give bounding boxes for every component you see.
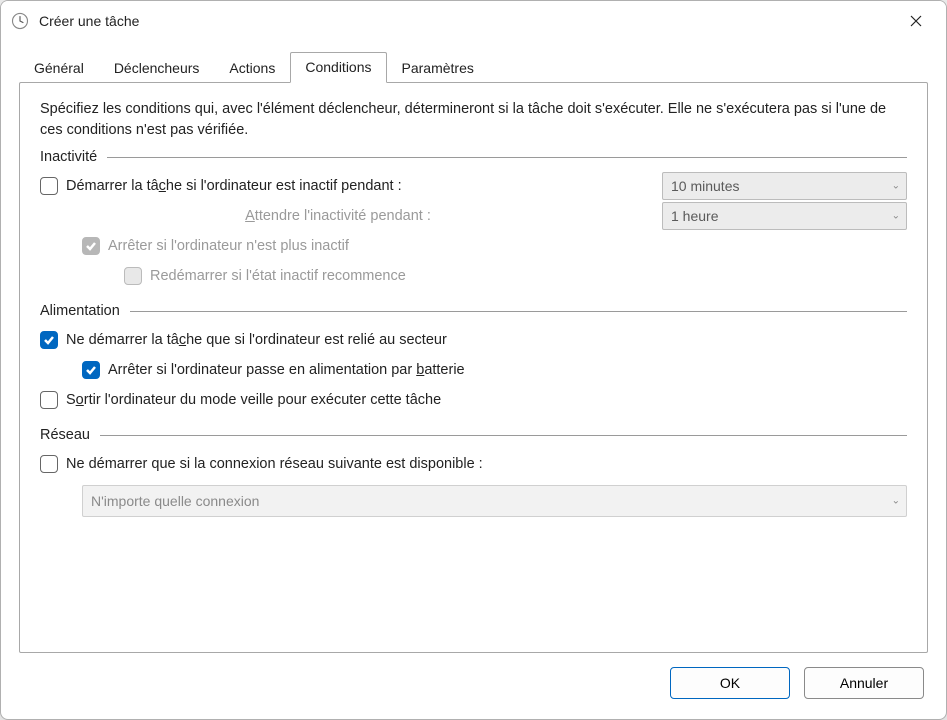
section-network-title: Réseau (40, 427, 100, 443)
combo-wait-duration[interactable]: 1 heure ⌄ (662, 202, 907, 230)
section-idle-title: Inactivité (40, 149, 107, 165)
section-idle: Inactivité Démarrer la tâche si l'ordina… (40, 145, 907, 291)
cancel-button[interactable]: Annuler (804, 667, 924, 699)
divider (100, 435, 907, 436)
chevron-down-icon: ⌄ (892, 211, 900, 222)
label-start-if-idle: Démarrer la tâche si l'ordinateur est in… (66, 178, 402, 194)
label-restart-if-idle: Redémarrer si l'état inactif recommence (150, 268, 406, 284)
tab-settings[interactable]: Paramètres (387, 53, 489, 83)
tab-general[interactable]: Général (19, 53, 99, 83)
close-button[interactable] (896, 3, 936, 39)
tab-strip: Général Déclencheurs Actions Conditions … (1, 41, 946, 82)
ok-button[interactable]: OK (670, 667, 790, 699)
checkbox-start-if-idle[interactable] (40, 177, 58, 195)
chevron-down-icon: ⌄ (892, 496, 900, 507)
checkbox-only-on-ac[interactable] (40, 331, 58, 349)
checkbox-stop-if-not-idle (82, 237, 100, 255)
label-wait-idle: Attendre l'inactivité pendant : (82, 208, 654, 224)
tab-triggers[interactable]: Déclencheurs (99, 53, 215, 83)
label-stop-if-not-idle: Arrêter si l'ordinateur n'est plus inact… (108, 238, 349, 254)
chevron-down-icon: ⌄ (892, 181, 900, 192)
titlebar: Créer une tâche (1, 1, 946, 41)
section-power: Alimentation Ne démarrer la tâche que si… (40, 299, 907, 415)
label-only-if-network: Ne démarrer que si la connexion réseau s… (66, 456, 483, 472)
tab-panel-conditions: Spécifiez les conditions qui, avec l'élé… (19, 82, 928, 653)
combo-idle-duration[interactable]: 10 minutes ⌄ (662, 172, 907, 200)
combo-idle-duration-value: 10 minutes (671, 178, 739, 194)
label-wake-to-run: Sortir l'ordinateur du mode veille pour … (66, 392, 441, 408)
label-only-on-ac: Ne démarrer la tâche que si l'ordinateur… (66, 332, 447, 348)
intro-text: Spécifiez les conditions qui, avec l'élé… (40, 99, 907, 141)
divider (107, 157, 907, 158)
window-title: Créer une tâche (39, 13, 139, 29)
create-task-dialog: Créer une tâche Général Déclencheurs Act… (0, 0, 947, 720)
dialog-footer: OK Annuler (1, 667, 946, 719)
checkbox-only-if-network[interactable] (40, 455, 58, 473)
tab-actions[interactable]: Actions (214, 53, 290, 83)
clock-icon (11, 12, 29, 30)
checkbox-stop-on-battery[interactable] (82, 361, 100, 379)
close-icon (910, 15, 922, 27)
section-power-title: Alimentation (40, 303, 130, 319)
combo-network-connection-value: N'importe quelle connexion (91, 493, 259, 509)
combo-network-connection[interactable]: N'importe quelle connexion ⌄ (82, 485, 907, 517)
checkbox-wake-to-run[interactable] (40, 391, 58, 409)
divider (130, 311, 907, 312)
combo-wait-duration-value: 1 heure (671, 208, 718, 224)
section-network: Réseau Ne démarrer que si la connexion r… (40, 423, 907, 517)
checkbox-restart-if-idle (124, 267, 142, 285)
tab-conditions[interactable]: Conditions (290, 52, 386, 83)
label-stop-on-battery: Arrêter si l'ordinateur passe en aliment… (108, 362, 465, 378)
